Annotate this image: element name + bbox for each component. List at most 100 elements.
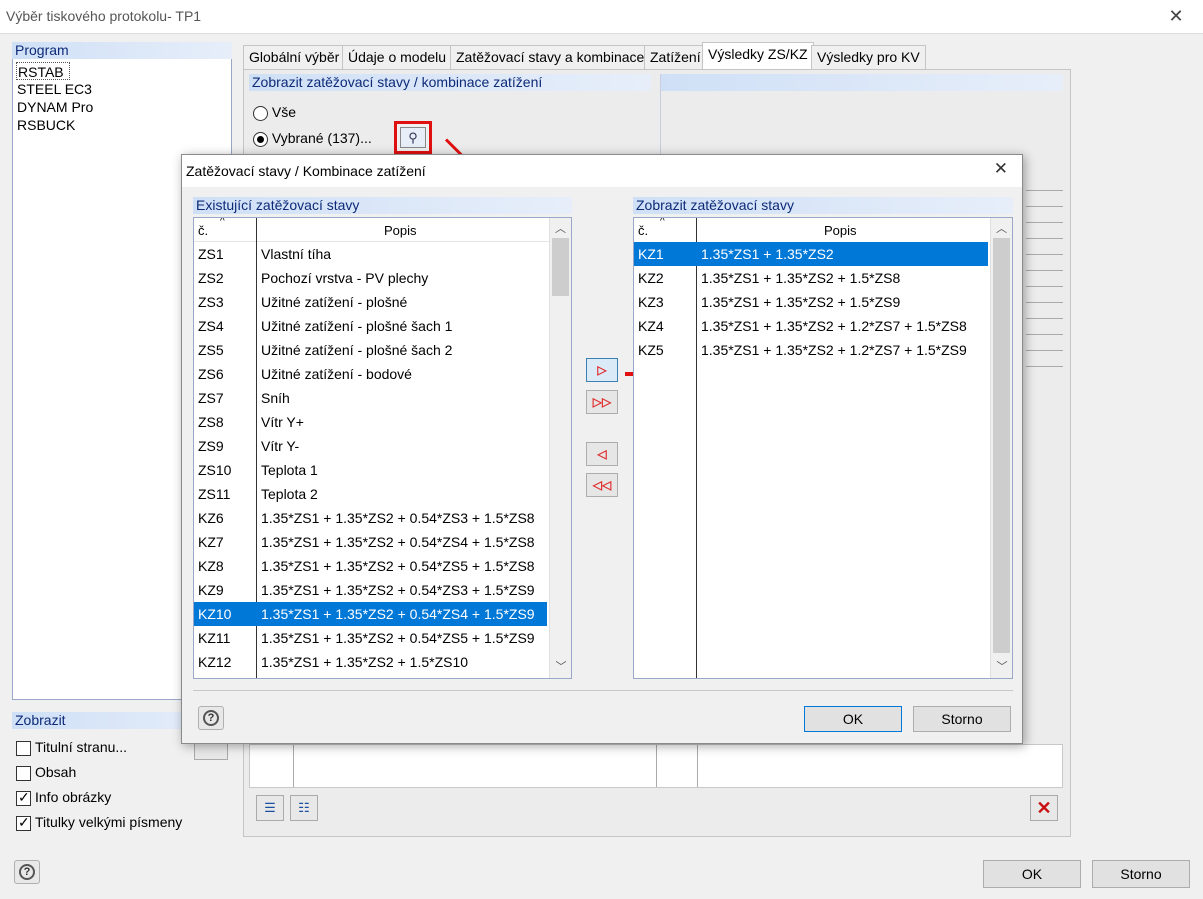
existing-row[interactable]: ZS3 Užitné zatížení - plošné <box>194 290 547 314</box>
existing-row[interactable]: ZS11 Teplota 2 <box>194 482 547 506</box>
existing-row[interactable]: ZS1 Vlastní tíha <box>194 242 547 266</box>
right-top-panel-header <box>661 74 1063 91</box>
existing-row-desc: Užitné zatížení - plošné šach 1 <box>261 318 453 334</box>
radio-selected[interactable] <box>253 131 268 147</box>
shown-row-no: KZ1 <box>638 246 664 262</box>
existing-row[interactable]: ZS4 Užitné zatížení - plošné šach 1 <box>194 314 547 338</box>
add-selected-button[interactable]: ▷ <box>586 358 618 382</box>
program-item-steel-ec3[interactable]: STEEL EC3 <box>13 80 231 98</box>
existing-row[interactable]: ZS5 Užitné zatížení - plošné šach 2 <box>194 338 547 362</box>
scroll-thumb[interactable] <box>993 238 1010 653</box>
option-obsah[interactable]: Obsah <box>16 764 232 789</box>
dialog-separator <box>193 690 1013 691</box>
select-list-icon[interactable]: ⚲ <box>400 127 426 148</box>
program-item-rstab[interactable]: RSTAB <box>16 62 70 80</box>
checkbox-obsah[interactable] <box>16 765 31 781</box>
dialog-close-icon[interactable]: ✕ <box>994 159 1008 179</box>
scroll-down-icon[interactable]: ﹀ <box>550 658 571 674</box>
option-titulky[interactable]: Titulky velkými písmeny <box>16 814 232 839</box>
existing-row-desc: Užitné zatížení - plošné šach 2 <box>261 342 453 358</box>
existing-row-no: ZS4 <box>198 318 224 334</box>
window-close-icon[interactable]: ✕ <box>1165 4 1187 28</box>
shown-grid-header: č. ^ Popis <box>634 218 990 242</box>
program-item-rsbuck[interactable]: RSBUCK <box>13 116 231 134</box>
scroll-thumb[interactable] <box>552 238 569 296</box>
shown-row-no: KZ4 <box>638 318 664 334</box>
existing-row-desc: 1.35*ZS1 + 1.35*ZS2 + 1.5*ZS10 <box>261 654 469 670</box>
dialog-storno-button[interactable]: Storno <box>913 706 1011 732</box>
remove-selected-button[interactable]: ◁ <box>586 442 618 466</box>
help-icon[interactable]: ? <box>14 860 40 884</box>
existing-row-no: KZ9 <box>198 582 224 598</box>
existing-row-desc: 1.35*ZS1 + 1.35*ZS2 + 0.54*ZS5 + 1.5*ZS8 <box>261 558 535 574</box>
existing-row-no: ZS10 <box>198 462 232 478</box>
add-all-button[interactable]: ▷▷ <box>586 390 618 414</box>
existing-row-desc: Vlastní tíha <box>261 246 332 262</box>
existing-panel: Existující zatěžovací stavy č. ^ Popis Z… <box>193 197 572 681</box>
existing-row[interactable]: KZ9 1.35*ZS1 + 1.35*ZS2 + 0.54*ZS3 + 1.5*… <box>194 578 547 602</box>
shown-row[interactable]: KZ1 1.35*ZS1 + 1.35*ZS2 <box>634 242 988 266</box>
shown-scrollbar[interactable]: ︿ ﹀ <box>990 218 1012 678</box>
existing-row-no: ZS11 <box>198 486 231 502</box>
show-panel: Zobrazit zatěžovací stavy / kombinace za… <box>249 74 651 162</box>
radio-selected-row[interactable]: Vybrané (137)... <box>253 130 372 147</box>
existing-row[interactable]: KZ10 1.35*ZS1 + 1.35*ZS2 + 0.54*ZS4 + 1.5… <box>194 602 547 626</box>
tab-globalni-vyber[interactable]: Globální výběr <box>243 45 346 69</box>
existing-row[interactable]: ZS7 Sníh <box>194 386 547 410</box>
checkbox-titulky[interactable] <box>16 814 31 831</box>
shown-row-no: KZ2 <box>638 270 664 286</box>
scroll-down-icon[interactable]: ﹀ <box>991 658 1012 674</box>
dialog-help-icon[interactable]: ? <box>198 706 224 730</box>
existing-scrollbar[interactable]: ︿ ﹀ <box>549 218 571 678</box>
tab-udaje-o-modelu[interactable]: Údaje o modelu <box>342 45 453 69</box>
scroll-up-icon[interactable]: ︿ <box>550 220 571 236</box>
program-item-dynam-pro[interactable]: DYNAM Pro <box>13 98 231 116</box>
select-button-highlight[interactable]: ⚲ <box>394 121 432 154</box>
existing-row[interactable]: KZ12 1.35*ZS1 + 1.35*ZS2 + 1.5*ZS10 <box>194 650 547 674</box>
existing-row[interactable]: ZS2 Pochozí vrstva - PV plechy <box>194 266 547 290</box>
delete-icon[interactable]: ✕ <box>1030 795 1058 821</box>
existing-row[interactable]: KZ7 1.35*ZS1 + 1.35*ZS2 + 0.54*ZS4 + 1.5*… <box>194 530 547 554</box>
shown-col-no[interactable]: č. <box>638 223 648 238</box>
dialog-ok-button[interactable]: OK <box>804 706 902 732</box>
uncheck-all-icon[interactable]: ☷ <box>290 795 318 821</box>
existing-row[interactable]: KZ11 1.35*ZS1 + 1.35*ZS2 + 0.54*ZS5 + 1.5… <box>194 626 547 650</box>
shown-row[interactable]: KZ5 1.35*ZS1 + 1.35*ZS2 + 1.2*ZS7 + 1.5*Z… <box>634 338 988 362</box>
shown-col-desc[interactable]: Popis <box>824 223 857 238</box>
option-info-obrazky[interactable]: Info obrázky <box>16 789 232 814</box>
bg-table <box>249 744 1063 788</box>
shown-row-no: KZ5 <box>638 342 664 358</box>
tab-vysledky-zs-kz[interactable]: Výsledky ZS/KZ <box>702 42 814 70</box>
check-all-icon[interactable]: ☰ <box>256 795 284 821</box>
existing-row[interactable]: KZ6 1.35*ZS1 + 1.35*ZS2 + 0.54*ZS3 + 1.5*… <box>194 506 547 530</box>
existing-row-no: KZ10 <box>198 606 232 622</box>
storno-button[interactable]: Storno <box>1092 860 1190 888</box>
existing-col-no[interactable]: č. <box>198 223 208 238</box>
scroll-up-icon[interactable]: ︿ <box>991 220 1012 236</box>
existing-row[interactable]: ZS9 Vítr Y- <box>194 434 547 458</box>
ok-button[interactable]: OK <box>983 860 1081 888</box>
shown-row[interactable]: KZ2 1.35*ZS1 + 1.35*ZS2 + 1.5*ZS8 <box>634 266 988 290</box>
checkbox-titulni-stranu[interactable] <box>16 740 31 756</box>
radio-all-row[interactable]: Vše <box>253 104 296 121</box>
tab-vysledky-pro-kv[interactable]: Výsledky pro KV <box>811 45 926 69</box>
existing-row-no: ZS1 <box>198 246 224 262</box>
existing-col-desc[interactable]: Popis <box>384 223 417 238</box>
shown-row[interactable]: KZ3 1.35*ZS1 + 1.35*ZS2 + 1.5*ZS9 <box>634 290 988 314</box>
tab-zatezovaci-stavy[interactable]: Zatěžovací stavy a kombinace <box>450 45 651 69</box>
existing-row[interactable]: ZS6 Užitné zatížení - bodové <box>194 362 547 386</box>
existing-row-no: ZS8 <box>198 414 224 430</box>
shown-row-desc: 1.35*ZS1 + 1.35*ZS2 + 1.5*ZS8 <box>701 270 901 286</box>
shown-header: Zobrazit zatěžovací stavy <box>633 197 1013 214</box>
bg-side-rows <box>1026 190 1063 390</box>
existing-row[interactable]: ZS8 Vítr Y+ <box>194 410 547 434</box>
remove-all-button[interactable]: ◁◁ <box>586 473 618 497</box>
existing-row-desc: 1.35*ZS1 + 1.35*ZS2 + 0.54*ZS4 + 1.5*ZS8 <box>261 534 535 550</box>
checkbox-info-obrazky[interactable] <box>16 789 31 806</box>
existing-row[interactable]: KZ8 1.35*ZS1 + 1.35*ZS2 + 0.54*ZS5 + 1.5*… <box>194 554 547 578</box>
shown-row-desc: 1.35*ZS1 + 1.35*ZS2 + 1.5*ZS9 <box>701 294 901 310</box>
tab-zatizeni[interactable]: Zatížení <box>644 45 707 69</box>
radio-all[interactable] <box>253 105 268 121</box>
existing-row[interactable]: ZS10 Teplota 1 <box>194 458 547 482</box>
shown-row[interactable]: KZ4 1.35*ZS1 + 1.35*ZS2 + 1.2*ZS7 + 1.5*Z… <box>634 314 988 338</box>
